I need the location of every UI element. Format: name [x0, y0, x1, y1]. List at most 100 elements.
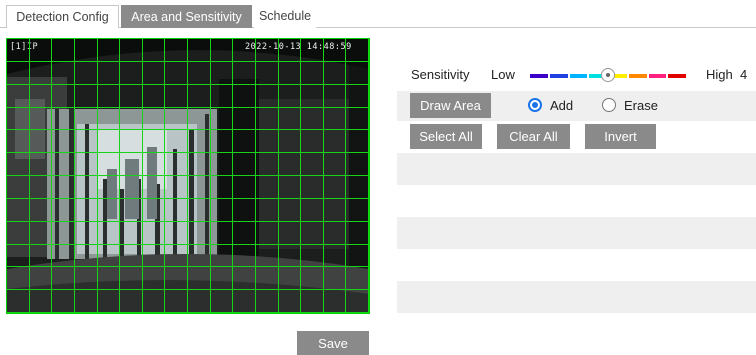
grid-cell[interactable] [120, 84, 143, 108]
grid-cell[interactable] [52, 84, 75, 108]
grid-cell[interactable] [188, 198, 211, 222]
grid-cell[interactable] [120, 153, 143, 176]
grid-cell[interactable] [52, 130, 75, 154]
grid-cell[interactable] [74, 221, 98, 245]
grid-cell[interactable] [278, 267, 302, 291]
grid-cell[interactable] [255, 290, 279, 313]
grid-cell[interactable] [301, 107, 324, 131]
grid-cell[interactable] [142, 84, 166, 108]
grid-cell[interactable] [188, 107, 211, 131]
grid-cell[interactable] [7, 130, 30, 154]
grid-cell[interactable] [278, 61, 302, 85]
grid-cell[interactable] [120, 198, 143, 222]
grid-cell[interactable] [7, 107, 30, 131]
grid-cell[interactable] [142, 244, 166, 268]
grid-cell[interactable] [142, 39, 166, 62]
grid-cell[interactable] [323, 153, 347, 176]
grid-cell[interactable] [323, 290, 347, 313]
grid-cell[interactable] [29, 198, 53, 222]
grid-cell[interactable] [52, 290, 75, 313]
grid-cell[interactable] [301, 61, 324, 85]
grid-cell[interactable] [7, 61, 30, 85]
grid-cell[interactable] [120, 39, 143, 62]
grid-cell[interactable] [255, 176, 279, 199]
grid-cell[interactable] [233, 244, 256, 268]
grid-cell[interactable] [165, 130, 188, 154]
grid-cell[interactable] [188, 221, 211, 245]
grid-cell[interactable] [120, 176, 143, 199]
grid-cell[interactable] [52, 244, 75, 268]
grid-cell[interactable] [233, 267, 256, 291]
grid-cell[interactable] [29, 84, 53, 108]
grid-cell[interactable] [346, 290, 369, 313]
grid-cell[interactable] [323, 84, 347, 108]
grid-cell[interactable] [52, 221, 75, 245]
tab-schedule[interactable]: Schedule [254, 5, 316, 28]
grid-cell[interactable] [97, 61, 121, 85]
grid-cell[interactable] [188, 61, 211, 85]
grid-cell[interactable] [97, 176, 121, 199]
grid-cell[interactable] [165, 39, 188, 62]
grid-cell[interactable] [188, 267, 211, 291]
grid-cell[interactable] [7, 244, 30, 268]
grid-cell[interactable] [120, 290, 143, 313]
sensitivity-level-segment[interactable] [549, 74, 568, 78]
grid-cell[interactable] [278, 39, 302, 62]
grid-cell[interactable] [210, 198, 234, 222]
grid-cell[interactable] [7, 84, 30, 108]
grid-cell[interactable] [29, 221, 53, 245]
grid-cell[interactable] [233, 221, 256, 245]
grid-cell[interactable] [301, 198, 324, 222]
grid-cell[interactable] [233, 290, 256, 313]
grid-cell[interactable] [346, 61, 369, 85]
grid-cell[interactable] [165, 84, 188, 108]
grid-cell[interactable] [346, 39, 369, 62]
grid-cell[interactable] [188, 244, 211, 268]
grid-cell[interactable] [142, 176, 166, 199]
grid-cell[interactable] [52, 39, 75, 62]
grid-cell[interactable] [97, 84, 121, 108]
grid-cell[interactable] [210, 153, 234, 176]
grid-cell[interactable] [323, 39, 347, 62]
grid-cell[interactable] [255, 39, 279, 62]
grid-cell[interactable] [233, 130, 256, 154]
sensitivity-level-segment[interactable] [648, 74, 667, 78]
grid-cell[interactable] [188, 84, 211, 108]
grid-cell[interactable] [29, 267, 53, 291]
grid-cell[interactable] [74, 290, 98, 313]
detection-grid[interactable] [7, 39, 369, 313]
grid-cell[interactable] [301, 176, 324, 199]
grid-cell[interactable] [255, 130, 279, 154]
grid-cell[interactable] [233, 176, 256, 199]
grid-cell[interactable] [142, 130, 166, 154]
grid-cell[interactable] [120, 130, 143, 154]
grid-cell[interactable] [29, 244, 53, 268]
grid-cell[interactable] [29, 153, 53, 176]
grid-cell[interactable] [210, 61, 234, 85]
grid-cell[interactable] [7, 221, 30, 245]
grid-cell[interactable] [255, 267, 279, 291]
select-all-button[interactable]: Select All [410, 124, 482, 149]
grid-cell[interactable] [255, 107, 279, 131]
grid-cell[interactable] [165, 61, 188, 85]
grid-cell[interactable] [323, 130, 347, 154]
grid-cell[interactable] [97, 39, 121, 62]
grid-cell[interactable] [7, 290, 30, 313]
grid-cell[interactable] [188, 176, 211, 199]
grid-cell[interactable] [210, 107, 234, 131]
save-button[interactable]: Save [297, 331, 369, 355]
grid-cell[interactable] [255, 221, 279, 245]
grid-cell[interactable] [210, 130, 234, 154]
grid-cell[interactable] [142, 198, 166, 222]
grid-cell[interactable] [210, 39, 234, 62]
grid-cell[interactable] [29, 130, 53, 154]
grid-cell[interactable] [278, 244, 302, 268]
grid-cell[interactable] [165, 107, 188, 131]
grid-cell[interactable] [278, 153, 302, 176]
grid-cell[interactable] [165, 244, 188, 268]
grid-cell[interactable] [74, 244, 98, 268]
grid-cell[interactable] [278, 130, 302, 154]
grid-cell[interactable] [120, 267, 143, 291]
grid-cell[interactable] [74, 84, 98, 108]
grid-cell[interactable] [210, 221, 234, 245]
